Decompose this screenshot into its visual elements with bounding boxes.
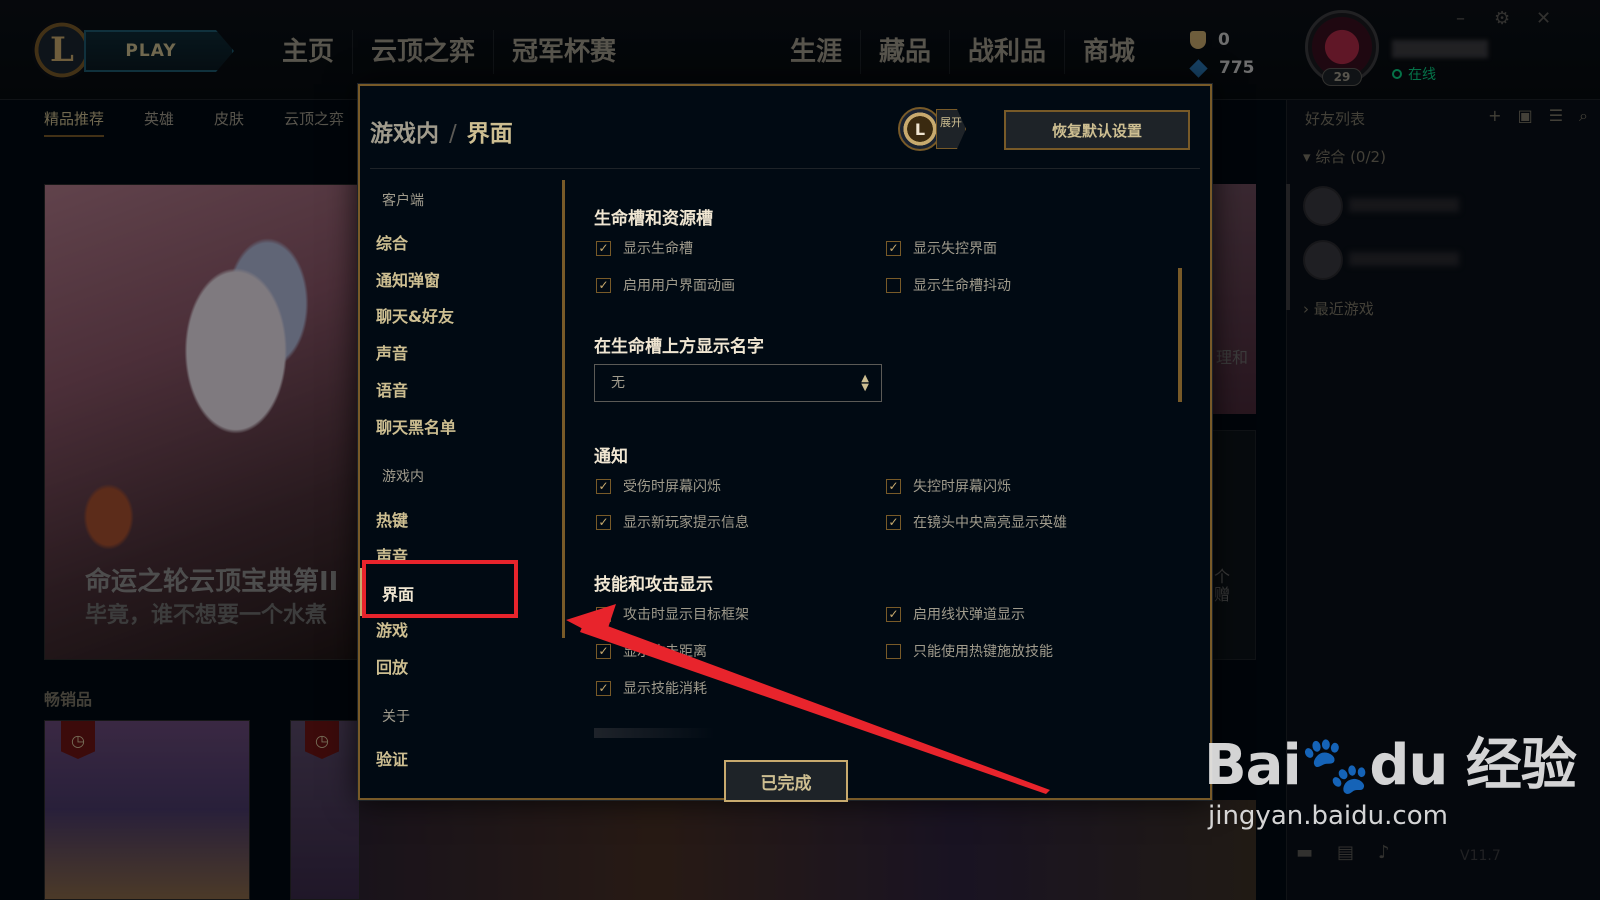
reset-defaults-button[interactable]: 恢复默认设置 (1004, 110, 1190, 150)
done-button[interactable]: 已完成 (724, 760, 848, 802)
sidebar-item-chat-friends[interactable]: 聊天&好友 (376, 303, 454, 327)
baidu-watermark: Bai🐾du 经验 jingyan.baidu.com (1204, 720, 1577, 831)
settings-breadcrumb: 游戏内 / 界面 (370, 114, 513, 148)
sidebar-item-replays[interactable]: 回放 (376, 654, 408, 678)
checkbox-show-cc-ui[interactable]: ✓ 显示失控界面 (886, 238, 997, 258)
section-title-notifications: 通知 (594, 447, 628, 467)
header-divider (370, 168, 1200, 169)
checkbox-label: 攻击时显示目标框架 (623, 607, 749, 623)
watermark-brand: Bai🐾du 经验 (1204, 733, 1577, 798)
breadcrumb-parent: 游戏内 (370, 121, 439, 147)
checkbox-checked-icon: ✓ (886, 606, 901, 622)
settings-modal: 游戏内 / 界面 L 展开 恢复默认设置 客户端 综合 通知弹窗 聊天&好友 声音 … (358, 84, 1212, 802)
watermark-url: jingyan.baidu.com (1208, 801, 1448, 831)
annotation-highlight-box (362, 560, 518, 618)
content-scrollbar[interactable] (1178, 268, 1182, 402)
checkbox-checked-icon: ✓ (886, 240, 901, 256)
faded-next-section (594, 728, 714, 738)
checkbox-highlight-champion[interactable]: ✓ 在镜头中央高亮显示英雄 (886, 512, 1067, 532)
sidebar-category-ingame: 游戏内 (382, 469, 424, 485)
checkbox-label: 显示攻击距离 (623, 644, 707, 660)
sidebar-item-voice[interactable]: 语音 (376, 377, 408, 401)
sidebar-item-hotkeys[interactable]: 热键 (376, 507, 408, 531)
checkbox-label: 启用线状弹道显示 (913, 607, 1025, 623)
breadcrumb-current: 界面 (466, 121, 513, 147)
checkbox-flash-on-cc[interactable]: ✓ 失控时屏幕闪烁 (886, 476, 1011, 496)
checkbox-label: 启用用户界面动画 (623, 278, 735, 294)
checkbox-ui-animations[interactable]: ✓ 启用用户界面动画 (596, 275, 735, 295)
sidebar-item-game[interactable]: 游戏 (376, 617, 408, 641)
checkbox-checked-icon: ✓ (596, 240, 611, 256)
checkbox-label: 显示失控界面 (913, 241, 997, 257)
checkbox-label: 失控时屏幕闪烁 (913, 479, 1011, 495)
checkbox-target-frame[interactable]: ✓ 攻击时显示目标框架 (596, 604, 749, 624)
checkbox-unchecked-icon (886, 643, 901, 659)
checkbox-label: 显示生命槽 (623, 241, 693, 257)
checkbox-checked-icon: ✓ (886, 514, 901, 530)
sidebar-item-general[interactable]: 综合 (376, 230, 408, 254)
checkbox-checked-icon: ✓ (596, 643, 611, 659)
checkbox-label: 显示新玩家提示信息 (623, 515, 749, 531)
sidebar-category-about: 关于 (382, 709, 410, 725)
select-arrows-icon: ▲ ▼ (861, 373, 869, 393)
select-value: 无 (611, 375, 625, 391)
checkbox-new-player-tips[interactable]: ✓ 显示新玩家提示信息 (596, 512, 749, 532)
emblem-icon: L (898, 107, 942, 151)
checkbox-attack-range[interactable]: ✓ 显示攻击距离 (596, 641, 707, 661)
checkbox-flash-on-damage[interactable]: ✓ 受伤时屏幕闪烁 (596, 476, 721, 496)
checkbox-label: 显示技能消耗 (623, 681, 707, 697)
sidebar-item-client-sound[interactable]: 声音 (376, 340, 408, 364)
checkbox-checked-icon: ✓ (596, 277, 611, 293)
section-title-health: 生命槽和资源槽 (594, 209, 713, 229)
checkbox-unchecked-icon (886, 277, 901, 293)
section-title-skills: 技能和攻击显示 (594, 575, 713, 595)
checkbox-skill-cost[interactable]: ✓ 显示技能消耗 (596, 678, 707, 698)
checkbox-show-health-bar[interactable]: ✓ 显示生命槽 (596, 238, 693, 258)
breadcrumb-separator: / (449, 121, 457, 147)
checkbox-label: 显示生命槽抖动 (913, 278, 1011, 294)
checkbox-label: 在镜头中央高亮显示英雄 (913, 515, 1067, 531)
checkbox-label: 受伤时屏幕闪烁 (623, 479, 721, 495)
checkbox-linear-missiles[interactable]: ✓ 启用线状弹道显示 (886, 604, 1025, 624)
section-title-names: 在生命槽上方显示名字 (594, 337, 764, 357)
checkbox-health-bar-shake[interactable]: 显示生命槽抖动 (886, 275, 1011, 295)
checkbox-checked-icon: ✓ (596, 680, 611, 696)
name-display-select[interactable]: 无 ▲ ▼ (594, 364, 882, 402)
sidebar-category-client: 客户端 (382, 193, 424, 209)
sidebar-item-verification[interactable]: 验证 (376, 746, 408, 770)
checkbox-checked-icon: ✓ (596, 514, 611, 530)
expand-badge[interactable]: L 展开 (898, 106, 972, 152)
checkbox-checked-icon: ✓ (596, 606, 611, 622)
checkbox-hotkey-only-cast[interactable]: 只能使用热键施放技能 (886, 641, 1053, 661)
checkbox-checked-icon: ✓ (886, 478, 901, 494)
sidebar-scrollbar[interactable] (562, 180, 565, 638)
sidebar-item-notifications[interactable]: 通知弹窗 (376, 267, 440, 291)
checkbox-label: 只能使用热键施放技能 (913, 644, 1053, 660)
sidebar-item-block-list[interactable]: 聊天黑名单 (376, 414, 456, 438)
checkbox-checked-icon: ✓ (596, 478, 611, 494)
expand-label: 展开 (936, 109, 966, 149)
